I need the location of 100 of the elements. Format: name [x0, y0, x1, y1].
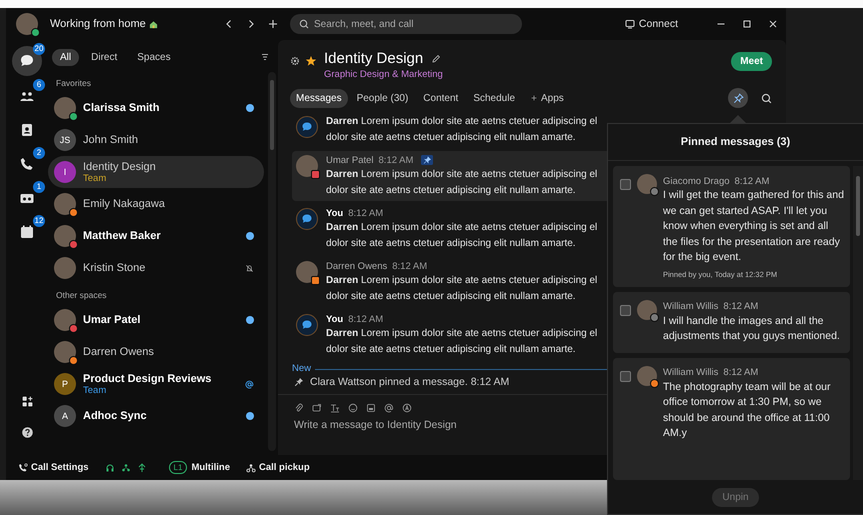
conversation-item[interactable]: Umar Patel [48, 304, 264, 336]
text-format-icon[interactable] [330, 403, 340, 413]
plus-icon[interactable] [268, 19, 278, 29]
contact-name: Matthew Baker [83, 230, 162, 242]
conversation-item[interactable]: Clarissa Smith [48, 92, 264, 124]
initials-avatar: A [54, 405, 76, 427]
conversation-item[interactable]: Matthew Baker [48, 220, 264, 252]
message-time: 8:12 AM [723, 301, 758, 312]
checkbox[interactable] [620, 179, 631, 190]
rail-button[interactable]: 2 [12, 150, 42, 178]
message-time: 8:12 AM [348, 314, 384, 324]
add-apps-icon[interactable] [20, 395, 34, 408]
gear-icon[interactable] [290, 56, 300, 66]
message-text: Darren Lorem ipsum dolor site ate aetns ctetuer adipiscing el [326, 168, 598, 182]
status-text[interactable]: Working from home [50, 18, 146, 30]
conversation-item[interactable]: Darren Owens [48, 336, 264, 368]
pin-button[interactable] [728, 88, 748, 108]
initials-avatar: I [54, 161, 76, 183]
pin-icon [421, 155, 434, 165]
user-avatar[interactable] [16, 13, 38, 35]
rail-button[interactable]: 1 [12, 184, 42, 212]
sender-name: William Willis [663, 301, 718, 312]
filter-tab[interactable]: Direct [83, 48, 126, 66]
message-time: 8:12 AM [348, 208, 384, 218]
contact-name: Product Design Reviews [83, 372, 212, 384]
contact-name: Identity Design [83, 160, 157, 172]
message-text: dolor site ate aetns ctetuer adipiscing elit nullam amarte. [326, 130, 577, 144]
message-text: Darren Lorem ipsum dolor site ate aetns ctetuer adipiscing el [326, 274, 598, 288]
back-icon[interactable] [224, 19, 234, 29]
search-field[interactable]: Search, meet, and call [290, 14, 522, 34]
rail-button[interactable]: 6 [12, 82, 42, 110]
multiline-button[interactable]: Multiline [191, 462, 230, 473]
tab[interactable]: Messages [290, 88, 348, 108]
sticker-icon[interactable] [366, 403, 376, 413]
chat-bubble-icon [296, 314, 318, 336]
conversation-item[interactable]: I Identity Design Team [48, 156, 264, 188]
pin-notice: Clara Wattson pinned a message. 8:12 AM [310, 376, 510, 388]
filter-tab[interactable]: Spaces [129, 48, 179, 66]
count-badge: 20 [33, 43, 45, 55]
checkbox[interactable] [620, 370, 631, 382]
forward-icon[interactable] [246, 19, 256, 29]
help-icon[interactable] [20, 426, 34, 439]
tab[interactable]: Apps [524, 88, 570, 108]
close-icon[interactable] [768, 19, 778, 29]
call-pickup-button[interactable]: Call pickup [246, 462, 310, 473]
meet-button[interactable]: Meet [731, 52, 772, 71]
contacts-icon [19, 122, 35, 138]
share-screen-icon[interactable] [312, 403, 322, 413]
line-badge: L1 [168, 461, 188, 474]
chat-bubble-icon [296, 208, 318, 230]
rail-button[interactable]: 20 [12, 46, 42, 76]
unread-dot [246, 412, 254, 420]
tab[interactable]: People (30) [350, 88, 414, 108]
scrollbar[interactable] [268, 72, 276, 451]
rail-button[interactable]: 12 [12, 218, 42, 246]
search-icon[interactable] [761, 92, 772, 104]
tab[interactable]: Schedule [467, 88, 522, 108]
monitor-icon [624, 19, 635, 29]
arrow-up-icon[interactable] [136, 462, 147, 472]
connect-button[interactable]: Connect [620, 16, 682, 32]
scrollbar[interactable] [853, 166, 863, 480]
checkbox[interactable] [620, 304, 631, 316]
emoji-icon[interactable] [348, 403, 358, 413]
unread-dot [246, 104, 254, 112]
message-text: Darren Lorem ipsum dolor site ate aetns ctetuer adipiscing el [326, 327, 598, 341]
section-heading: Other spaces [55, 289, 108, 302]
chat-icon [19, 53, 35, 69]
maximize-icon[interactable] [742, 19, 752, 29]
filter-tab[interactable]: All [52, 48, 80, 66]
star-icon[interactable] [306, 56, 316, 66]
photo-placeholder [54, 257, 76, 279]
people-icon[interactable] [120, 462, 131, 472]
chat-bubble-icon [296, 116, 318, 138]
message-time: 8:12 AM [734, 176, 770, 186]
mention-icon[interactable] [384, 403, 394, 413]
message-text: Darren Lorem ipsum dolor site ate aetns ctetuer adipiscing el [326, 221, 598, 235]
conversation-item[interactable]: A Adhoc Sync [48, 400, 264, 432]
conversation-item[interactable]: Kristin Stone [48, 252, 264, 284]
filter-icon[interactable] [260, 52, 270, 62]
count-badge: 6 [33, 79, 45, 91]
message-text: dolor site ate aetns ctetuer adipiscing elit nullam amarte. [326, 236, 577, 250]
call-settings-button[interactable]: Call Settings [18, 462, 89, 473]
conversation-item[interactable]: P Product Design Reviews Team [48, 368, 264, 400]
headset-icon[interactable] [104, 462, 115, 472]
pencil-icon[interactable] [431, 54, 442, 64]
pin-icon [732, 92, 744, 104]
sender-name: You [326, 208, 344, 218]
tab[interactable]: Content [417, 88, 464, 108]
sender-name: Darren Owens [326, 260, 388, 272]
contact-name: John Smith [83, 134, 140, 146]
attach-icon[interactable] [294, 403, 304, 413]
conversation-item[interactable]: Emily Nakagawa [48, 188, 264, 220]
message-input[interactable]: Write a message to Identity Design [294, 419, 514, 431]
conversation-item[interactable]: JS John Smith [48, 124, 264, 156]
space-title: Identity Design [324, 50, 424, 67]
circled-a-icon[interactable] [402, 403, 412, 413]
sender-name: Giacomo Drago [663, 176, 730, 186]
message-text: Darren Lorem ipsum dolor site ate aetns ctetuer adipiscing el [326, 115, 598, 129]
contact-name: Clarissa Smith [83, 102, 160, 114]
panel-title: Pinned messages (3) [608, 124, 863, 161]
